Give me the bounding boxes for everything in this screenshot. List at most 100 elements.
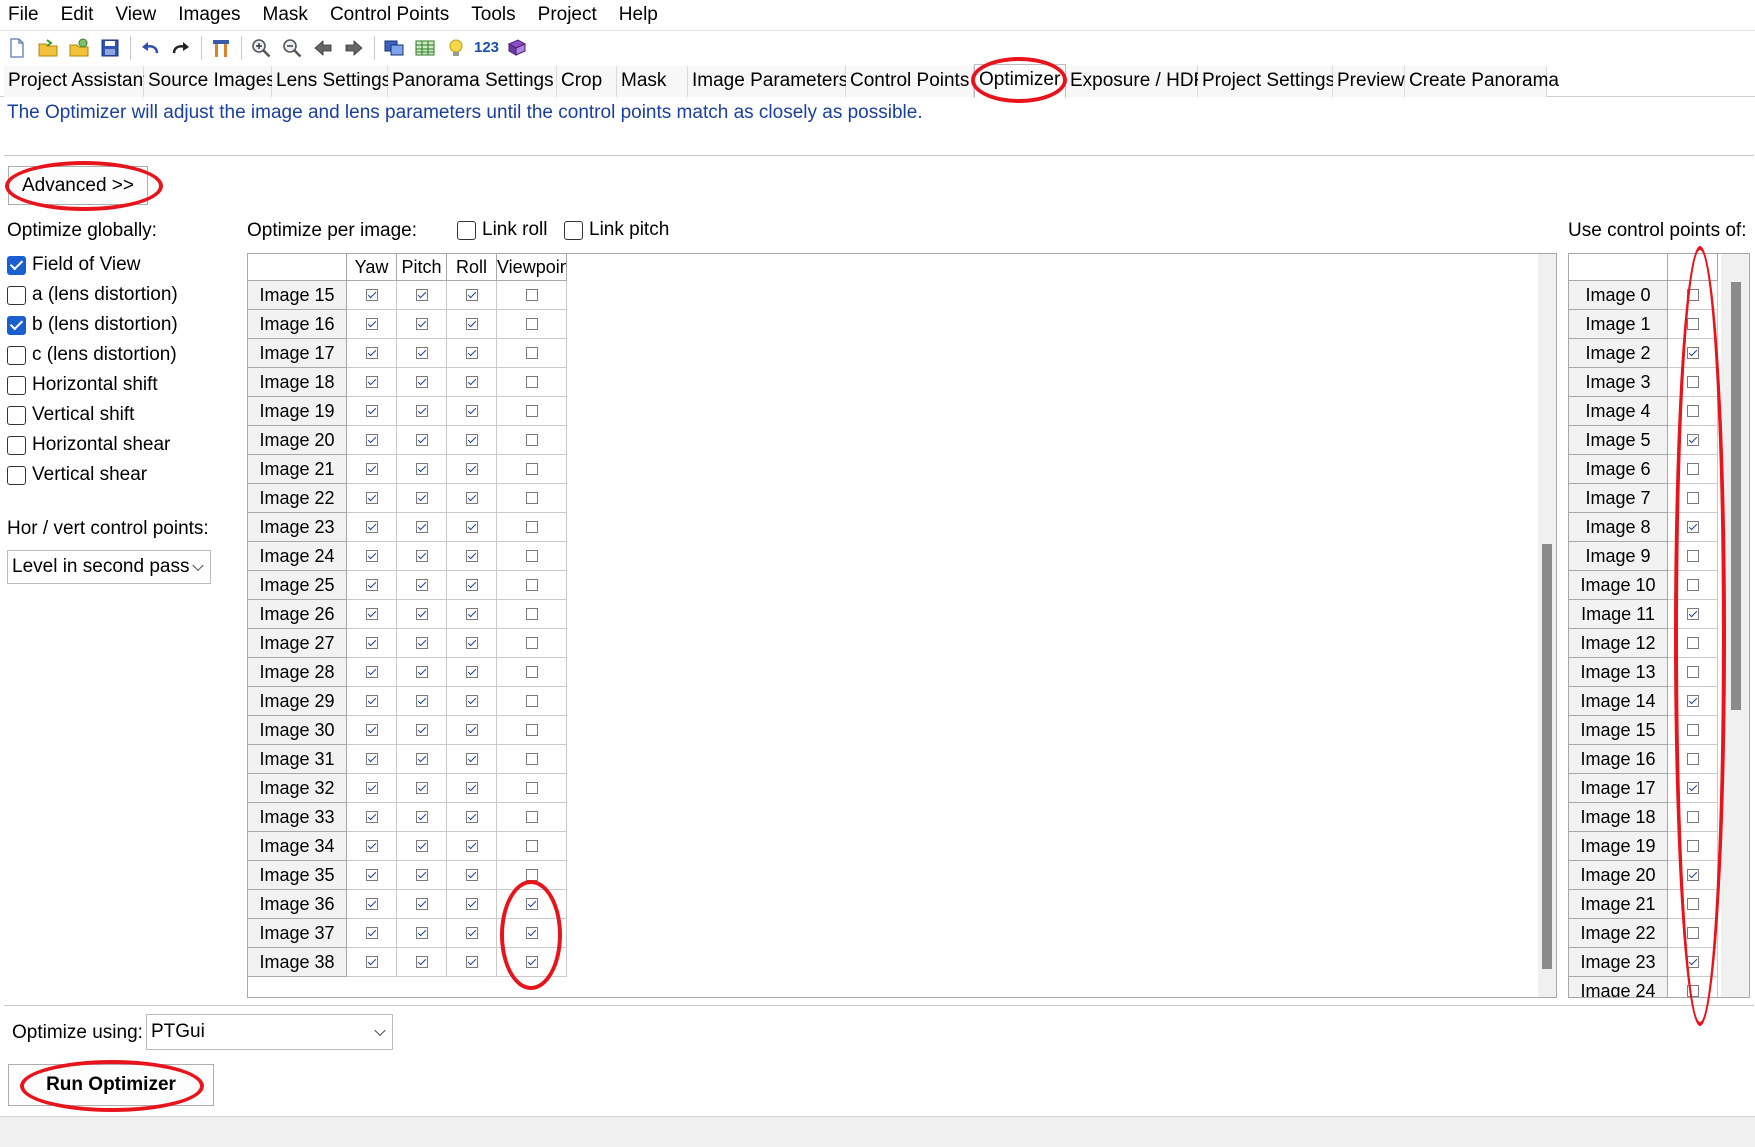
cell-checkbox[interactable] (415, 376, 428, 388)
cell-checkbox[interactable] (365, 869, 378, 881)
global-option-checkbox[interactable] (7, 375, 26, 395)
cell-checkbox[interactable] (465, 521, 478, 533)
global-option-4[interactable]: Horizontal shift (7, 374, 158, 396)
tab-image-parameters[interactable]: Image Parameters (688, 66, 848, 97)
tab-optimizer[interactable]: Optimizer (974, 64, 1066, 98)
cell-checkbox[interactable] (365, 927, 378, 939)
tab-crop[interactable]: Crop (557, 66, 617, 97)
cell-checkbox[interactable] (1686, 753, 1699, 765)
cell-checkbox[interactable] (415, 463, 428, 475)
panorama-editor-icon[interactable] (381, 35, 407, 61)
cell-checkbox[interactable] (415, 724, 428, 736)
cell-checkbox[interactable] (415, 666, 428, 678)
cell-checkbox[interactable] (525, 869, 538, 881)
cell-checkbox[interactable] (1686, 318, 1699, 330)
use-cp-scroll-thumb[interactable] (1731, 282, 1741, 710)
cell-checkbox[interactable] (465, 637, 478, 649)
cell-checkbox[interactable] (415, 521, 428, 533)
cell-checkbox[interactable] (365, 724, 378, 736)
cell-checkbox[interactable] (465, 289, 478, 301)
global-option-checkbox[interactable] (7, 465, 26, 485)
column-header-viewpoint[interactable]: Viewpoint (497, 254, 567, 281)
tab-panorama-settings[interactable]: Panorama Settings (388, 66, 557, 97)
cell-checkbox[interactable] (1686, 695, 1699, 707)
cell-checkbox[interactable] (415, 811, 428, 823)
tab-create-panorama[interactable]: Create Panorama (1405, 66, 1559, 97)
cell-checkbox[interactable] (415, 695, 428, 707)
lightbulb-icon[interactable] (443, 35, 469, 61)
zoom-in-icon[interactable] (248, 35, 274, 61)
link-roll-checkbox[interactable]: Link roll (457, 219, 547, 241)
link-roll-box[interactable] (457, 220, 476, 240)
cell-checkbox[interactable] (415, 956, 428, 968)
global-option-6[interactable]: Horizontal shear (7, 434, 170, 456)
cell-checkbox[interactable] (465, 579, 478, 591)
column-header-yaw[interactable]: Yaw (347, 254, 397, 281)
cell-checkbox[interactable] (465, 318, 478, 330)
global-option-3[interactable]: c (lens distortion) (7, 344, 177, 366)
cell-checkbox[interactable] (1686, 289, 1699, 301)
per-image-scroll-thumb[interactable] (1542, 544, 1552, 969)
menu-help[interactable]: Help (613, 0, 664, 30)
cell-checkbox[interactable] (415, 869, 428, 881)
cell-checkbox[interactable] (525, 666, 538, 678)
cell-checkbox[interactable] (365, 521, 378, 533)
tab-source-images[interactable]: Source Images (144, 66, 276, 97)
cell-checkbox[interactable] (1686, 637, 1699, 649)
cell-checkbox[interactable] (465, 927, 478, 939)
cell-checkbox[interactable] (365, 637, 378, 649)
menu-control-points[interactable]: Control Points (324, 0, 455, 30)
cell-checkbox[interactable] (525, 956, 538, 968)
global-option-checkbox[interactable] (7, 315, 26, 335)
undo-icon[interactable] (137, 35, 163, 61)
cell-checkbox[interactable] (415, 898, 428, 910)
global-option-1[interactable]: a (lens distortion) (7, 284, 178, 306)
cell-checkbox[interactable] (465, 782, 478, 794)
cell-checkbox[interactable] (1686, 724, 1699, 736)
cell-checkbox[interactable] (365, 463, 378, 475)
cell-checkbox[interactable] (415, 405, 428, 417)
cell-checkbox[interactable] (525, 927, 538, 939)
cell-checkbox[interactable] (525, 434, 538, 446)
menu-images[interactable]: Images (172, 0, 246, 30)
cell-checkbox[interactable] (1686, 376, 1699, 388)
cell-checkbox[interactable] (415, 753, 428, 765)
cell-checkbox[interactable] (1686, 666, 1699, 678)
cell-checkbox[interactable] (465, 376, 478, 388)
global-option-7[interactable]: Vertical shear (7, 464, 147, 486)
global-option-checkbox[interactable] (7, 345, 26, 365)
cell-checkbox[interactable] (1686, 956, 1699, 968)
cell-checkbox[interactable] (465, 347, 478, 359)
cell-checkbox[interactable] (525, 492, 538, 504)
global-option-checkbox[interactable] (7, 405, 26, 425)
menu-mask[interactable]: Mask (257, 0, 314, 30)
tab-project-assistant[interactable]: Project Assistant (4, 66, 148, 97)
arrow-right-icon[interactable] (341, 35, 367, 61)
cell-checkbox[interactable] (415, 927, 428, 939)
cell-checkbox[interactable] (1686, 347, 1699, 359)
cell-checkbox[interactable] (415, 840, 428, 852)
cell-checkbox[interactable] (1686, 782, 1699, 794)
cell-checkbox[interactable] (525, 405, 538, 417)
new-file-icon[interactable] (4, 35, 30, 61)
tab-exposure-hdr[interactable]: Exposure / HDR (1066, 66, 1207, 97)
menu-view[interactable]: View (109, 0, 162, 30)
cell-checkbox[interactable] (465, 405, 478, 417)
cell-checkbox[interactable] (365, 376, 378, 388)
cell-checkbox[interactable] (415, 289, 428, 301)
cell-checkbox[interactable] (465, 811, 478, 823)
cell-checkbox[interactable] (365, 347, 378, 359)
global-option-0[interactable]: Field of View (7, 254, 140, 276)
cell-checkbox[interactable] (1686, 985, 1699, 997)
run-optimizer-button[interactable]: Run Optimizer (8, 1064, 214, 1106)
cell-checkbox[interactable] (365, 898, 378, 910)
per-image-scrollbar[interactable] (1538, 254, 1556, 997)
global-option-5[interactable]: Vertical shift (7, 404, 134, 426)
open-folder-icon[interactable] (35, 35, 61, 61)
cell-checkbox[interactable] (1686, 927, 1699, 939)
global-option-checkbox[interactable] (7, 435, 26, 455)
cell-checkbox[interactable] (525, 579, 538, 591)
save-icon[interactable] (97, 35, 123, 61)
cell-checkbox[interactable] (525, 376, 538, 388)
cell-checkbox[interactable] (365, 492, 378, 504)
